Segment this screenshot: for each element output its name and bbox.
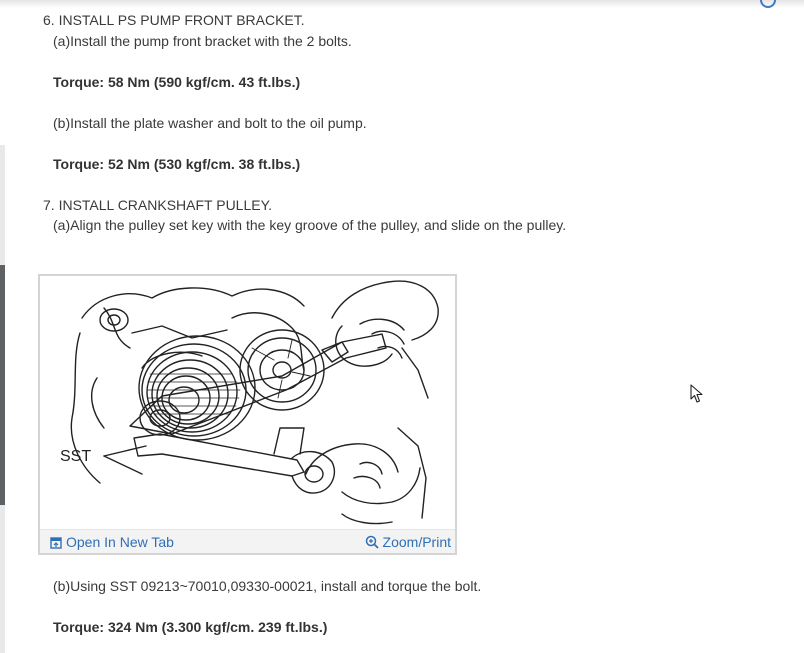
pulley-line-drawing: SST xyxy=(60,280,439,525)
torque-spec: Torque: 324 Nm (3.300 kgf/cm. 239 ft.lbs… xyxy=(53,619,328,635)
figure-toolbar: Open In New Tab Zoom/Print xyxy=(40,529,455,553)
window-top-edge xyxy=(0,0,804,8)
step-title: 7. INSTALL CRANKSHAFT PULLEY. xyxy=(43,197,273,213)
zoom-in-icon xyxy=(365,535,379,549)
open-in-new-tab-label: Open In New Tab xyxy=(66,534,174,550)
zoom-print-link[interactable]: Zoom/Print xyxy=(365,534,451,550)
torque-spec: Torque: 52 Nm (530 kgf/cm. 38 ft.lbs.) xyxy=(53,156,301,172)
sub-step-text: (a)Align the pulley set key with the key… xyxy=(53,217,567,233)
sub-step-text: (b)Install the plate washer and bolt to … xyxy=(53,115,367,131)
open-new-tab-icon xyxy=(50,537,62,549)
zoom-print-label: Zoom/Print xyxy=(382,534,451,550)
torque-spec: Torque: 58 Nm (590 kgf/cm. 43 ft.lbs.) xyxy=(53,74,301,90)
mouse-pointer-icon xyxy=(690,384,703,403)
figure-card: SST Open In New Tab Zoom/Print xyxy=(38,274,457,555)
sub-step-text: (b)Using SST 09213~70010,09330-00021, in… xyxy=(53,578,482,594)
sub-step-text: (a)Install the pump front bracket with t… xyxy=(53,33,352,49)
open-in-new-tab-link[interactable]: Open In New Tab xyxy=(50,534,174,550)
step-title: 6. INSTALL PS PUMP FRONT BRACKET. xyxy=(43,12,305,28)
scrollbar-thumb[interactable] xyxy=(0,265,5,505)
figure-label-sst: SST xyxy=(60,448,91,465)
scrollbar[interactable] xyxy=(0,145,5,653)
crankshaft-pulley-illustration[interactable]: SST xyxy=(42,278,453,532)
